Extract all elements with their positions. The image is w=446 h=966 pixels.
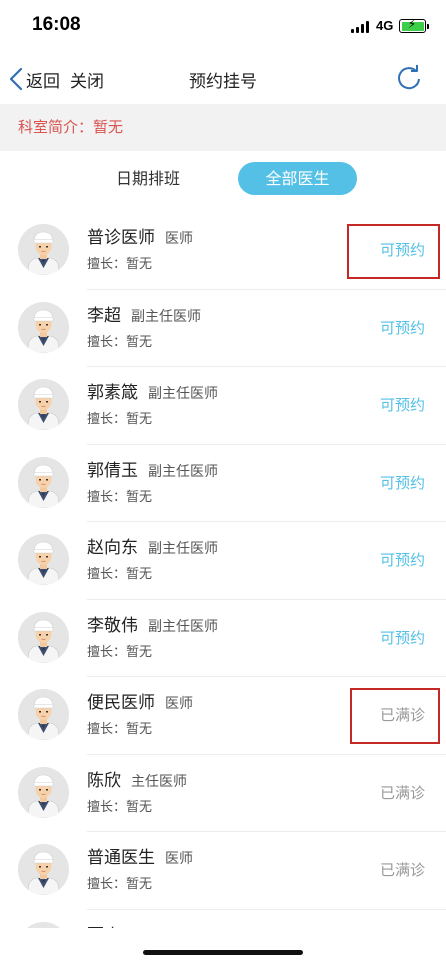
department-intro: 科室简介：暂无 — [0, 104, 446, 151]
doctor-name-line: 陈欣 主任医师 — [87, 766, 187, 791]
doctor-title: 副主任医师 — [148, 386, 218, 402]
tab-bar: 日期排班 全部医生 — [0, 151, 446, 207]
battery-tip — [427, 24, 429, 29]
doctor-title: 医师 — [165, 231, 193, 247]
doctor-title: 副主任医师 — [131, 308, 201, 325]
doctor-specialty: 擅长：暂无 — [87, 334, 153, 350]
doctor-title: 医师 — [165, 851, 193, 867]
doctor-avatar-icon — [18, 301, 69, 353]
doctor-specialty: 擅长：暂无 — [87, 877, 153, 892]
refresh-button[interactable] — [394, 63, 424, 93]
tab-date-schedule[interactable]: 日期排班 — [100, 162, 196, 195]
page-title: 预约挂号 — [189, 72, 257, 92]
network-type: 4G — [376, 18, 394, 33]
doctor-specialty: 擅长：暂无 — [87, 722, 153, 737]
refresh-icon — [398, 65, 420, 90]
doctor-specialty: 擅长：暂无 — [87, 799, 153, 815]
doctor-name-line: 李超 副主任医师 — [87, 301, 201, 326]
doctor-title: 医师 — [165, 696, 193, 712]
doctor-name: 李超 — [87, 305, 121, 326]
doctor-title: 副主任医师 — [148, 541, 218, 557]
book-available-button[interactable]: 可预约 — [380, 317, 425, 338]
doctor-avatar-icon — [18, 224, 69, 275]
highlight-box-full — [350, 688, 440, 744]
doctor-name-line: 郭倩玉 副主任医师 — [87, 456, 218, 481]
doctor-title: 副主任医师 — [148, 618, 218, 635]
doctor-specialty: 擅长：暂无 — [87, 489, 153, 505]
doctor-avatar — [18, 844, 69, 895]
doctor-avatar-icon — [18, 456, 69, 508]
signal-icon — [351, 21, 371, 33]
doctor-title: 副主任医师 — [148, 463, 218, 480]
nav-bar: 返回 关闭 预约挂号 — [0, 54, 446, 104]
doctor-specialty: 擅长：暂无 — [87, 567, 153, 582]
doctor-avatar-icon — [18, 689, 69, 740]
battery-charging-icon: ⚡ — [399, 17, 426, 33]
doctor-row[interactable]: 李敬伟 副主任医师 擅长：暂无 可预约 — [0, 600, 446, 678]
doctor-name-line: 李敬伟 副主任医师 — [87, 611, 218, 636]
status-time: 16:08 — [32, 14, 81, 35]
book-available-button[interactable]: 可预约 — [380, 472, 425, 493]
doctor-name: 赵向东 — [87, 538, 138, 558]
doctor-name: 郭倩玉 — [87, 460, 138, 481]
doctor-row[interactable]: 郭倩玉 副主任医师 擅长：暂无 可预约 — [0, 445, 446, 523]
fully-booked-label: 已满诊 — [379, 783, 425, 802]
fully-booked-label: 已满诊 — [379, 861, 425, 879]
doctor-name-line: 赵向东 副主任医师 — [87, 533, 218, 558]
doctor-row[interactable]: 赵向东 副主任医师 擅长：暂无 可预约 — [0, 522, 446, 600]
doctor-name: 普通医生 — [87, 848, 155, 868]
doctor-specialty: 擅长：暂无 — [87, 257, 153, 272]
doctor-row[interactable]: 郭素箴 副主任医师 擅长：暂无 可预约 — [0, 367, 446, 445]
doctor-row[interactable]: 普通医生 医师 擅长：暂无 已满诊 — [0, 832, 446, 910]
doctor-avatar — [18, 611, 69, 663]
doctor-avatar — [18, 766, 69, 818]
doctor-avatar — [18, 456, 69, 508]
doctor-name: 普诊医师 — [87, 228, 155, 248]
doctor-avatar-icon — [18, 534, 69, 585]
doctor-row[interactable]: 陈欣 主任医师 擅长：暂无 已满诊 — [0, 755, 446, 833]
status-bar: 16:08 4G ⚡ — [0, 0, 446, 54]
doctor-specialty: 擅长：暂无 — [87, 412, 153, 427]
book-available-button[interactable]: 可预约 — [380, 394, 425, 415]
doctor-avatar-icon — [18, 766, 69, 818]
doctor-avatar-icon — [18, 379, 69, 430]
doctor-title: 主任医师 — [131, 773, 187, 790]
doctor-avatar — [18, 301, 69, 353]
doctor-name-line: 普诊医师 医师 — [87, 223, 193, 248]
bottom-area — [0, 928, 446, 966]
doctor-name-line: 便民医师 医师 — [87, 688, 193, 713]
appointment-page: 16:08 4G ⚡ 返回 关闭 预约挂号 科室简介：暂无 日期排班 全部医生 … — [0, 0, 446, 966]
doctor-avatar — [18, 379, 69, 430]
doctor-avatar-icon — [18, 611, 69, 663]
highlight-box-available — [347, 224, 440, 279]
doctor-avatar — [18, 689, 69, 740]
doctor-name: 郭素箴 — [87, 383, 138, 403]
doctor-name-line: 普通医生 医师 — [87, 843, 193, 868]
doctor-row[interactable]: 李超 副主任医师 擅长：暂无 可预约 — [0, 290, 446, 368]
doctor-name-line: 郭素箴 副主任医师 — [87, 378, 218, 403]
tab-all-doctors[interactable]: 全部医生 — [238, 162, 357, 195]
doctor-name: 陈欣 — [87, 770, 121, 791]
doctor-list: 普诊医师 医师 擅长：暂无 可预约 李超 副主任医师 擅长：暂无 可预约 郭素箴… — [0, 212, 446, 966]
doctor-name: 李敬伟 — [87, 615, 138, 636]
doctor-avatar — [18, 534, 69, 585]
doctor-avatar — [18, 224, 69, 275]
dept-intro-label: 科室简介： — [18, 118, 94, 136]
book-available-button[interactable]: 可预约 — [380, 627, 425, 648]
doctor-name: 便民医师 — [87, 693, 155, 713]
home-indicator[interactable] — [143, 950, 303, 955]
dept-intro-value: 暂无 — [93, 118, 124, 136]
book-available-button[interactable]: 可预约 — [380, 549, 425, 570]
doctor-avatar-icon — [18, 844, 69, 895]
doctor-specialty: 擅长：暂无 — [87, 644, 153, 660]
